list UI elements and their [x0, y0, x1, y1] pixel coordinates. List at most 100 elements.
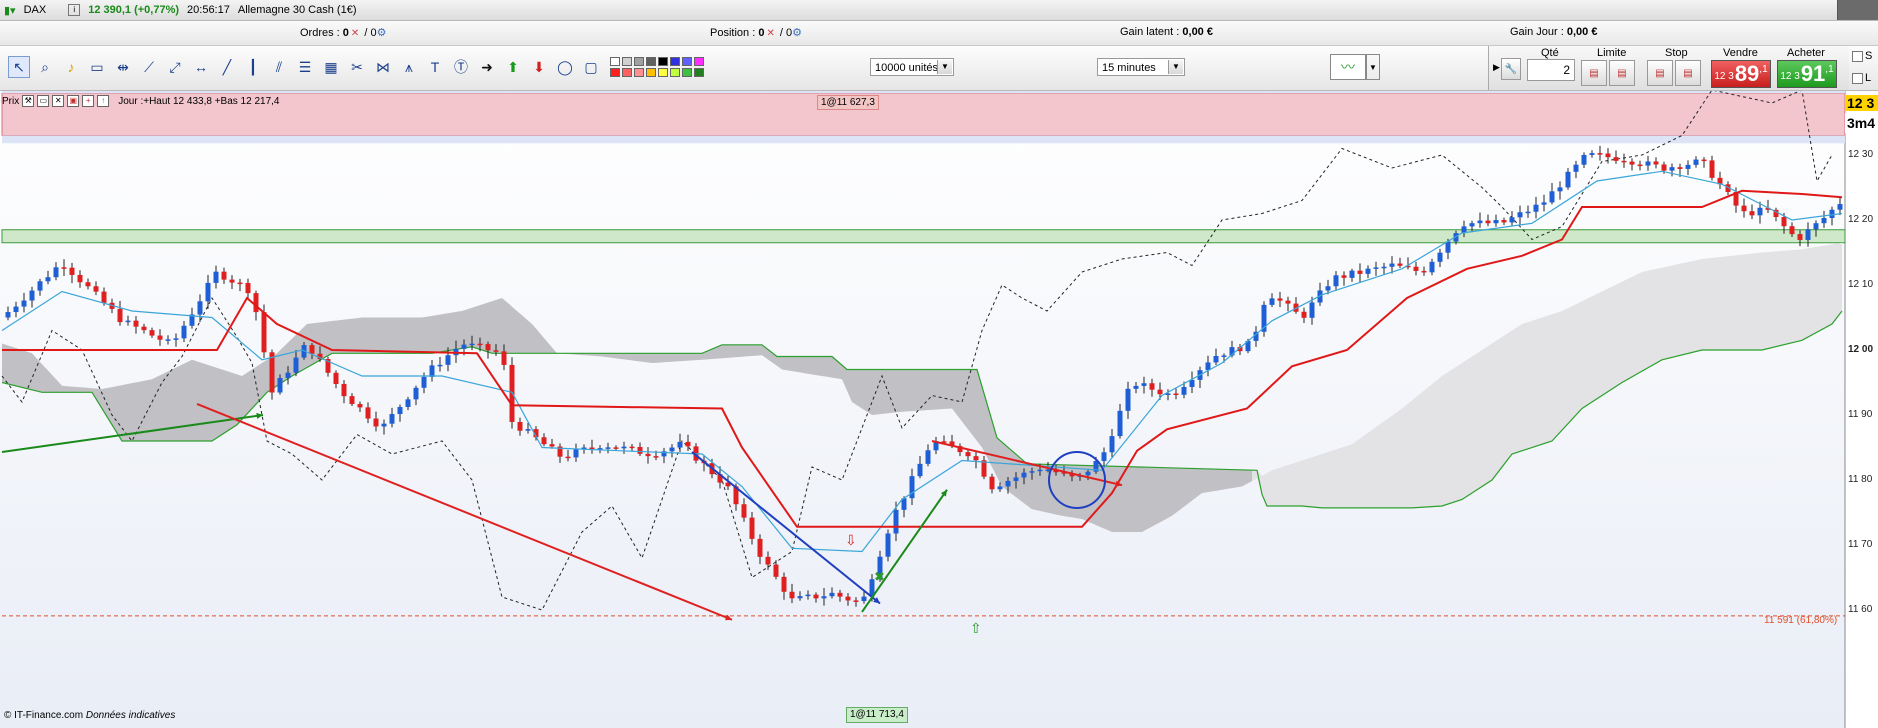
price-chart[interactable]: ⇩ ✖ ⇧ [0, 91, 1878, 728]
pointer-tool-icon[interactable]: ↖ [8, 56, 30, 78]
s-checkbox[interactable]: S [1852, 50, 1878, 62]
pattern-tool-icon[interactable]: ⋈ [372, 56, 394, 78]
order-marker-top[interactable]: 1@11 627,3 [817, 95, 879, 110]
zoom-tool-icon[interactable]: ⌕ [34, 56, 56, 78]
arrow-up-icon[interactable]: ⬆ [502, 56, 524, 78]
pitchfork-tool-icon[interactable]: ⩚ [398, 56, 420, 78]
close-position-icon[interactable]: ✕ [766, 28, 774, 39]
extended-line-icon[interactable]: ↔ [190, 56, 212, 78]
color-swatch[interactable] [670, 57, 680, 66]
limit-buy-button[interactable]: ▤ [1581, 60, 1607, 86]
color-swatch[interactable] [646, 68, 656, 77]
text-tool-icon[interactable]: T [424, 56, 446, 78]
candle-body [1157, 389, 1163, 395]
indicator-icon[interactable]: ▣ [67, 95, 80, 107]
gain-jour-value: 0,00 € [1566, 26, 1598, 38]
fibonacci-tool-icon[interactable]: ☰ [294, 56, 316, 78]
segment-tool-icon[interactable]: ⟋ [138, 56, 160, 78]
color-swatch[interactable] [682, 68, 692, 77]
candle-body [197, 301, 203, 315]
info-icon[interactable]: i [68, 4, 81, 16]
candle-body [373, 418, 379, 427]
qty-input[interactable]: 2 [1527, 59, 1575, 81]
move-up-icon[interactable]: ↑ [97, 95, 110, 107]
color-swatch[interactable] [670, 68, 680, 77]
checkbox-icon[interactable] [1852, 50, 1863, 62]
color-swatch[interactable] [622, 68, 632, 77]
price-tick-label: 11 70 [1848, 539, 1873, 550]
candle-body [1349, 270, 1355, 278]
wrench-icon[interactable]: 🔧 [1501, 58, 1521, 80]
arrow-down-icon[interactable]: ⬇ [528, 56, 550, 78]
limit-label: Limite [1597, 47, 1627, 59]
l-checkbox[interactable]: L [1852, 72, 1878, 84]
color-swatch[interactable] [646, 57, 656, 66]
chart-canvas[interactable]: ⇩ ✖ ⇧ [0, 91, 1878, 728]
color-swatch[interactable] [622, 57, 632, 66]
candle-body [637, 446, 643, 454]
rectangle-tool-icon[interactable]: ▢ [580, 56, 602, 78]
color-swatch[interactable] [658, 57, 668, 66]
annotation-tool-icon[interactable]: Ⓣ [450, 56, 472, 78]
candle-body [405, 399, 411, 407]
ruler-tool-icon[interactable]: ▭ [86, 56, 108, 78]
channel-tool-icon[interactable]: ⫽ [268, 56, 290, 78]
candle-body [1029, 471, 1035, 473]
color-swatch[interactable] [610, 57, 620, 66]
ray-tool-icon[interactable]: ⤢ [164, 56, 186, 78]
units-select[interactable]: 10000 unités ▼ [870, 58, 954, 76]
color-swatch[interactable] [682, 57, 692, 66]
panel-toggle-icon[interactable]: ▶ [1493, 62, 1500, 73]
alert-bell-icon[interactable]: ♪ [60, 56, 82, 78]
buy-signal-icon: ✖ [874, 570, 885, 585]
window-icon[interactable]: ▭ [37, 95, 50, 107]
timeframe-select-value: 15 minutes [1102, 62, 1156, 74]
orders-settings-icon[interactable]: ⚙ [377, 27, 387, 39]
candle-body [61, 267, 67, 269]
checkbox-icon[interactable] [1852, 72, 1863, 84]
trendline-tool-icon[interactable]: ╱ [216, 56, 238, 78]
arrow-right-icon[interactable]: ➜ [476, 56, 498, 78]
chevron-down-icon[interactable]: ▼ [937, 60, 952, 74]
color-swatch[interactable] [610, 68, 620, 77]
sell-button[interactable]: 12 3 89 ,1 [1711, 60, 1771, 88]
cut-tool-icon[interactable]: ✂ [346, 56, 368, 78]
sell-price-main: 89 [1734, 61, 1760, 86]
color-swatch[interactable] [694, 57, 704, 66]
add-icon[interactable]: + [82, 95, 95, 107]
timeframe-select[interactable]: 15 minutes ▼ [1097, 58, 1185, 76]
window-control[interactable] [1837, 0, 1878, 20]
order-marker-bottom[interactable]: 1@11 713,4 [846, 707, 908, 723]
candle-body [1541, 202, 1547, 205]
candle-body [1117, 410, 1123, 437]
stop-buy-button[interactable]: ▤ [1647, 60, 1673, 86]
vertical-line-icon[interactable]: ┃ [242, 56, 264, 78]
grid-tool-icon[interactable]: ▦ [320, 56, 342, 78]
cancel-orders-icon[interactable]: ✕ [351, 28, 359, 39]
horizontal-line-icon[interactable]: ⇹ [112, 56, 134, 78]
color-swatch[interactable] [634, 57, 644, 66]
limit-sell-button[interactable]: ▤ [1609, 60, 1635, 86]
candle-body [1477, 220, 1483, 224]
position-settings-icon[interactable]: ⚙ [792, 27, 802, 39]
stop-label: Stop [1665, 47, 1688, 59]
ellipse-tool-icon[interactable]: ◯ [554, 56, 576, 78]
close-icon[interactable]: ✕ [52, 95, 65, 107]
wrench-icon[interactable]: ⚒ [22, 95, 35, 107]
chevron-down-icon[interactable]: ▼ [1168, 60, 1183, 74]
candle-body [461, 344, 467, 349]
stop-sell-button[interactable]: ▤ [1675, 60, 1701, 86]
color-swatch[interactable] [658, 68, 668, 77]
app-menu-icon[interactable]: ▮▾ [4, 4, 16, 17]
chevron-down-icon[interactable]: ▼ [1366, 54, 1380, 80]
up-signal-icon: ⇧ [970, 621, 982, 637]
candle-body [853, 600, 859, 602]
indicators-icon[interactable]: 〰 [1330, 54, 1366, 80]
color-swatch[interactable] [634, 68, 644, 77]
candle-body [837, 592, 843, 597]
candle-body [133, 320, 139, 327]
candle-body [1325, 286, 1331, 291]
color-swatch[interactable] [694, 68, 704, 77]
buy-button[interactable]: 12 3 91 ,1 [1777, 60, 1837, 88]
last-price-box: 12 3 [1845, 95, 1878, 111]
